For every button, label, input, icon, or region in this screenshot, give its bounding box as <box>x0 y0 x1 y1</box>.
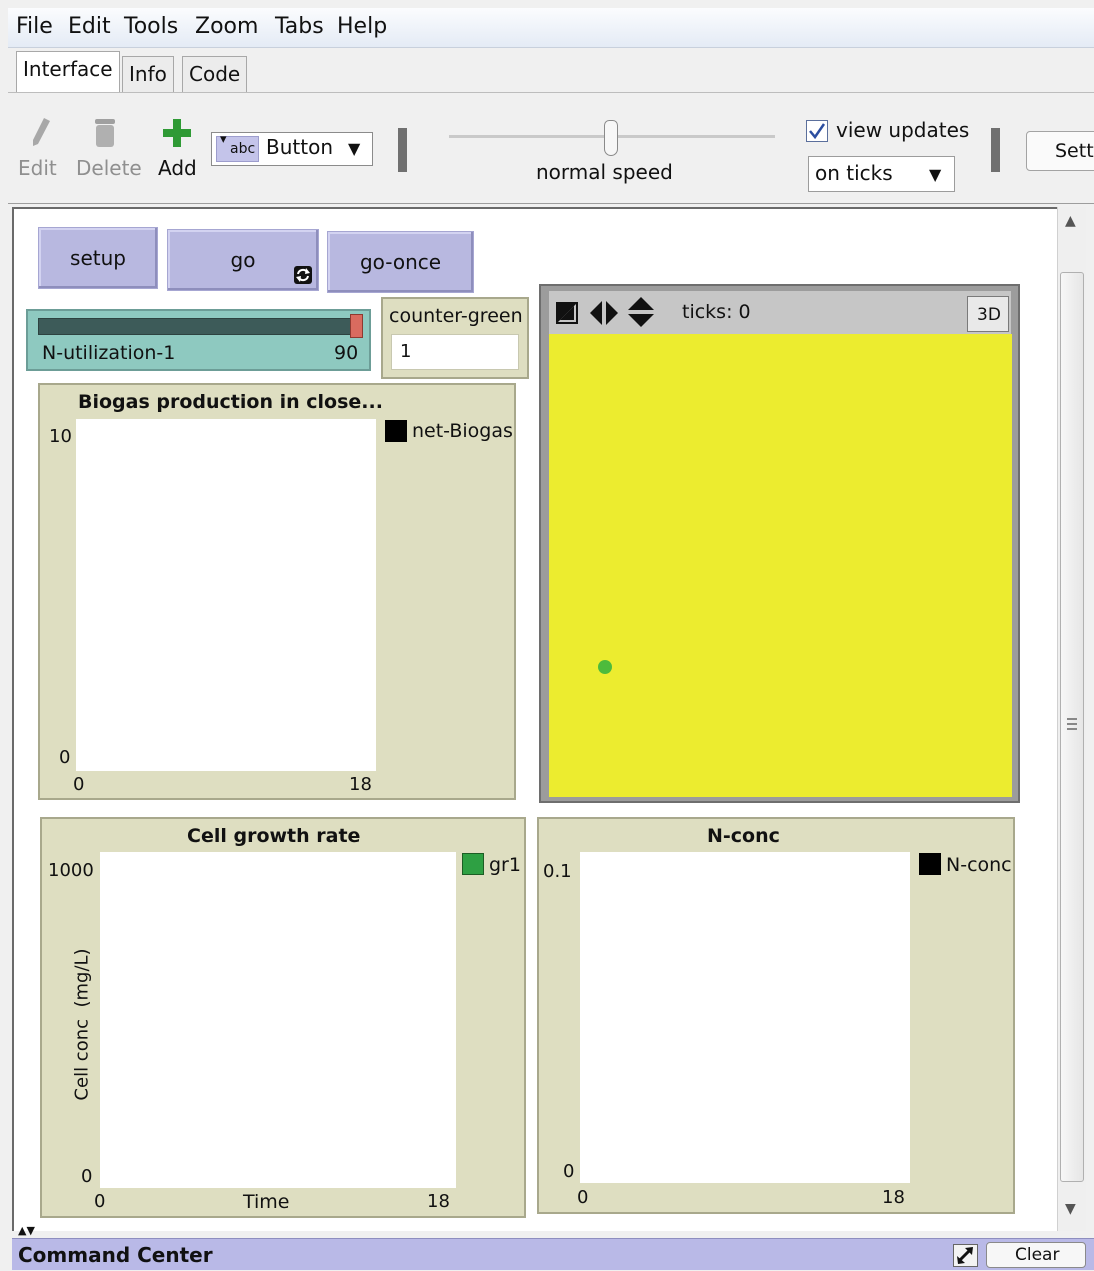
world-view-header: ticks: 0 3D <box>549 291 1011 334</box>
clear-button[interactable]: Clear <box>986 1242 1086 1268</box>
x-axis-max: 18 <box>427 1191 450 1212</box>
speed-slider-thumb[interactable] <box>604 120 618 156</box>
wrap-vertical-icon[interactable] <box>627 296 655 328</box>
checkmark-icon <box>809 123 826 140</box>
widget-type-dropdown[interactable]: ▾ abc Button ▼ <box>211 132 373 166</box>
y-axis-max: 10 <box>49 426 72 447</box>
plot-area <box>580 852 910 1183</box>
world-canvas[interactable] <box>549 334 1012 797</box>
world-view: ticks: 0 3D <box>539 284 1020 803</box>
x-axis-min: 0 <box>73 774 85 795</box>
go-once-button[interactable]: go-once <box>327 231 474 293</box>
clear-button-label: Clear <box>1015 1245 1060 1265</box>
toolbar-separator <box>398 128 407 172</box>
turtle-agent <box>598 660 612 674</box>
slider-track[interactable] <box>38 318 360 335</box>
tab-strip: Interface Info Code <box>8 48 1094 94</box>
setup-button-label: setup <box>70 246 126 270</box>
wrap-diagonal-icon[interactable] <box>555 301 579 325</box>
menu-edit[interactable]: Edit <box>68 14 111 39</box>
scroll-up-icon[interactable]: ▲ <box>1065 213 1076 229</box>
slider-name: N-utilization-1 <box>42 342 176 364</box>
plot-title: Cell growth rate <box>187 825 361 847</box>
go-button-label: go <box>230 248 256 272</box>
cell-growth-plot: Cell growth rate 1000 0 0 18 Time Cell c… <box>40 817 526 1218</box>
update-mode-dropdown[interactable]: on ticks ▼ <box>808 156 955 192</box>
menu-file[interactable]: File <box>16 14 53 39</box>
y-axis-min: 0 <box>81 1166 93 1187</box>
chevron-down-icon: ▼ <box>929 165 942 184</box>
scroll-down-icon[interactable]: ▼ <box>1065 1201 1076 1217</box>
view-updates-checkbox[interactable] <box>806 120 828 142</box>
n-conc-plot: N-conc 0.1 0 0 18 N-conc <box>537 817 1015 1214</box>
biogas-plot: Biogas production in close... 10 0 0 18 … <box>38 383 516 800</box>
3d-button-label: 3D <box>977 305 1001 325</box>
scrollbar-thumb[interactable] <box>1060 272 1084 1182</box>
update-mode-value: on ticks <box>815 161 893 185</box>
command-center-title: Command Center <box>18 1243 213 1267</box>
plot-area <box>100 852 456 1188</box>
3d-view-button[interactable]: 3D <box>967 296 1009 332</box>
x-axis-min: 0 <box>94 1191 106 1212</box>
input-label: counter-green <box>389 305 523 327</box>
edit-button[interactable]: Edit <box>18 156 57 180</box>
legend-swatch <box>385 420 407 442</box>
command-center-bar: Command Center Clear <box>12 1238 1094 1270</box>
button-widget-icon: ▾ abc <box>216 132 259 162</box>
counter-green-input-box: counter-green 1 <box>381 297 529 379</box>
go-once-button-label: go-once <box>359 250 442 274</box>
delete-button[interactable]: Delete <box>76 156 142 180</box>
menu-zoom[interactable]: Zoom <box>195 14 258 39</box>
y-axis-label: Cell conc (mg/L) <box>71 948 93 1101</box>
settings-button-label: Sett <box>1055 140 1094 162</box>
y-axis-min: 0 <box>563 1161 575 1182</box>
cursor-icon: ▾ <box>220 132 227 147</box>
tab-info[interactable]: Info <box>122 56 174 92</box>
y-axis-min: 0 <box>59 747 71 768</box>
plus-icon[interactable] <box>162 118 192 148</box>
plot-title: N-conc <box>707 825 780 847</box>
menu-tools[interactable]: Tools <box>124 14 178 39</box>
splitter-arrows-icon[interactable]: ▲▼ <box>18 1225 35 1236</box>
slider-thumb[interactable] <box>350 314 363 338</box>
plot-area <box>76 419 376 771</box>
x-axis-label: Time <box>243 1191 290 1213</box>
legend-swatch <box>462 853 484 875</box>
legend-label: N-conc <box>946 854 1012 876</box>
trash-icon[interactable] <box>92 117 118 149</box>
expand-icon[interactable] <box>953 1244 978 1267</box>
add-button[interactable]: Add <box>158 156 197 180</box>
x-axis-max: 18 <box>882 1187 905 1208</box>
widget-type-value: Button <box>266 135 333 159</box>
speed-label: normal speed <box>536 160 673 184</box>
y-axis-max: 0.1 <box>543 861 572 882</box>
chevron-down-icon: ▼ <box>348 139 361 158</box>
legend-label: gr1 <box>489 854 521 876</box>
setup-button[interactable]: setup <box>38 227 158 289</box>
settings-button[interactable]: Sett <box>1026 131 1094 171</box>
go-button[interactable]: go <box>167 229 319 291</box>
x-axis-max: 18 <box>349 774 372 795</box>
tab-interface[interactable]: Interface <box>16 51 120 93</box>
x-axis-min: 0 <box>577 1187 589 1208</box>
forever-loop-icon <box>294 266 312 284</box>
counter-green-field[interactable]: 1 <box>391 334 519 370</box>
input-value: 1 <box>400 341 412 362</box>
plot-title: Biogas production in close... <box>78 391 383 413</box>
view-updates-label: view updates <box>836 118 970 142</box>
tab-code[interactable]: Code <box>182 56 248 92</box>
ticks-counter: ticks: 0 <box>682 301 751 323</box>
menu-help[interactable]: Help <box>337 14 387 39</box>
wrap-horizontal-icon[interactable] <box>589 300 619 326</box>
y-axis-max: 1000 <box>48 860 94 881</box>
slider-value: 90 <box>334 342 359 364</box>
toolbar-separator <box>991 128 1000 172</box>
menu-tabs[interactable]: Tabs <box>275 14 324 39</box>
legend-swatch <box>919 853 941 875</box>
menu-bar: File Edit Tools Zoom Tabs Help <box>8 8 1094 48</box>
widget-icon-text: abc <box>230 141 256 157</box>
legend-label: net-Biogas <box>412 420 513 442</box>
pencil-icon[interactable] <box>28 116 52 148</box>
n-utilization-slider[interactable]: N-utilization-1 90 <box>26 309 371 371</box>
